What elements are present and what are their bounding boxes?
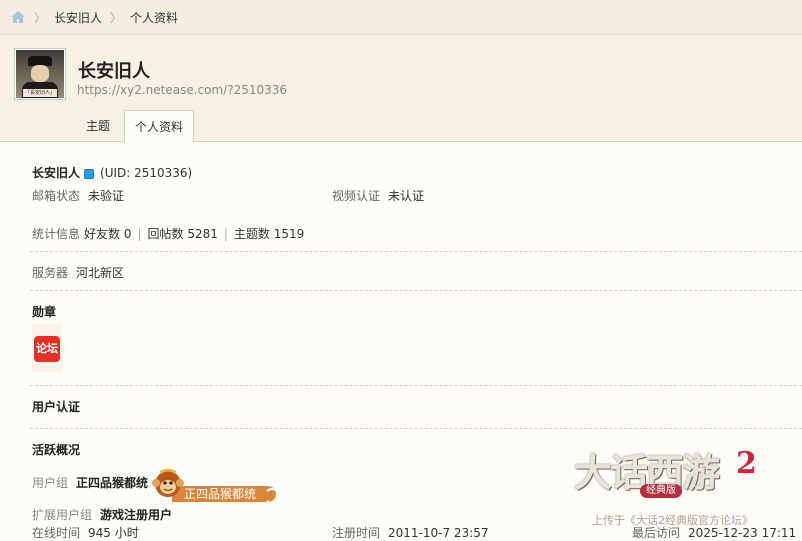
ext-group-value[interactable]: 游戏注册用户	[100, 508, 172, 522]
stats-label: 统计信息	[32, 227, 81, 241]
server-label: 服务器	[32, 266, 69, 280]
divider	[30, 428, 802, 429]
watermark-caption: 上传于《大话2经典版官方论坛》	[592, 514, 753, 527]
server-row: 服务器 河北新区	[32, 264, 124, 281]
user-group-value[interactable]: 正四品猴都统	[76, 476, 148, 490]
profile-header: 「長安旧人」 长安旧人 https://xy2.netease.com/?251…	[0, 35, 802, 143]
email-status-label: 邮箱状态	[32, 189, 81, 203]
stats-row: 统计信息 好友数 0 | 回帖数 5281 | 主题数 1519	[32, 225, 304, 242]
chevron-right-icon: 〉	[34, 10, 47, 25]
online-time-label: 在线时间	[32, 526, 81, 540]
info-username[interactable]: 长安旧人	[32, 166, 80, 180]
info-uid: (UID: 2510336)	[100, 166, 193, 180]
breadcrumb: 〉 长安旧人 〉 个人资料	[0, 0, 802, 35]
divider	[30, 251, 802, 252]
avatar-caption: 「長安旧人」	[23, 89, 57, 97]
watermark-logo: 大话西游 2 经典版	[574, 436, 764, 506]
ext-group-label: 扩展用户组	[32, 508, 93, 522]
online-time-row: 在线时间 945 小时	[32, 524, 139, 541]
medal-forum-icon: 论坛	[34, 336, 60, 362]
user-group-row: 用户组 正四品猴都统	[32, 474, 148, 491]
verified-icon	[84, 168, 95, 179]
divider: |	[137, 227, 142, 241]
email-status-value: 未验证	[88, 189, 125, 203]
user-group-label: 用户组	[32, 476, 69, 490]
medal-forum[interactable]: 论坛	[32, 324, 62, 372]
medal-heading: 勋章	[32, 305, 57, 319]
divider	[30, 290, 802, 291]
profile-url[interactable]: https://xy2.netease.com/?2510336	[77, 83, 287, 97]
avatar[interactable]: 「長安旧人」	[14, 48, 66, 100]
stats-friends[interactable]: 好友数 0	[84, 227, 131, 241]
home-icon[interactable]	[10, 9, 26, 25]
activity-heading: 活跃概况	[32, 443, 81, 457]
ext-group-row: 扩展用户组 游戏注册用户	[32, 506, 172, 523]
user-group-badge: 正四品猴都统	[172, 486, 277, 502]
breadcrumb-user-link[interactable]: 长安旧人	[54, 9, 102, 26]
reg-time-row: 注册时间 2011-10-7 23:57	[332, 524, 489, 541]
reg-time-label: 注册时间	[332, 526, 381, 540]
monkey-icon	[152, 468, 184, 497]
watermark-logo-number: 2	[736, 446, 757, 481]
stats-topics[interactable]: 主题数 1519	[234, 227, 304, 241]
divider	[30, 385, 802, 386]
online-time-value: 945 小时	[88, 526, 139, 540]
page-title: 长安旧人	[78, 61, 150, 82]
tab-topics[interactable]: 主题	[74, 110, 122, 142]
chevron-right-icon: 〉	[110, 10, 123, 25]
email-status-row: 邮箱状态 未验证	[32, 187, 124, 204]
last-visit-label: 最后访问	[632, 526, 681, 540]
swirl-icon	[264, 488, 280, 504]
avatar-image: 「長安旧人」	[16, 50, 64, 98]
watermark-logo-sub: 经典版	[640, 484, 682, 498]
tab-profile[interactable]: 个人资料	[124, 110, 194, 143]
video-auth-value: 未认证	[388, 189, 425, 203]
server-value: 河北新区	[76, 266, 125, 280]
divider: |	[223, 227, 228, 241]
reg-time-value: 2011-10-7 23:57	[388, 526, 489, 540]
video-auth-label: 视频认证	[332, 189, 381, 203]
info-name-row: 长安旧人 (UID: 2510336)	[32, 164, 192, 181]
auth-heading: 用户认证	[32, 400, 81, 414]
last-visit-value: 2025-12-23 17:11	[688, 526, 797, 540]
stats-replies[interactable]: 回帖数 5281	[148, 227, 218, 241]
breadcrumb-current: 个人资料	[130, 10, 179, 25]
video-auth-row: 视频认证 未认证	[332, 187, 424, 204]
